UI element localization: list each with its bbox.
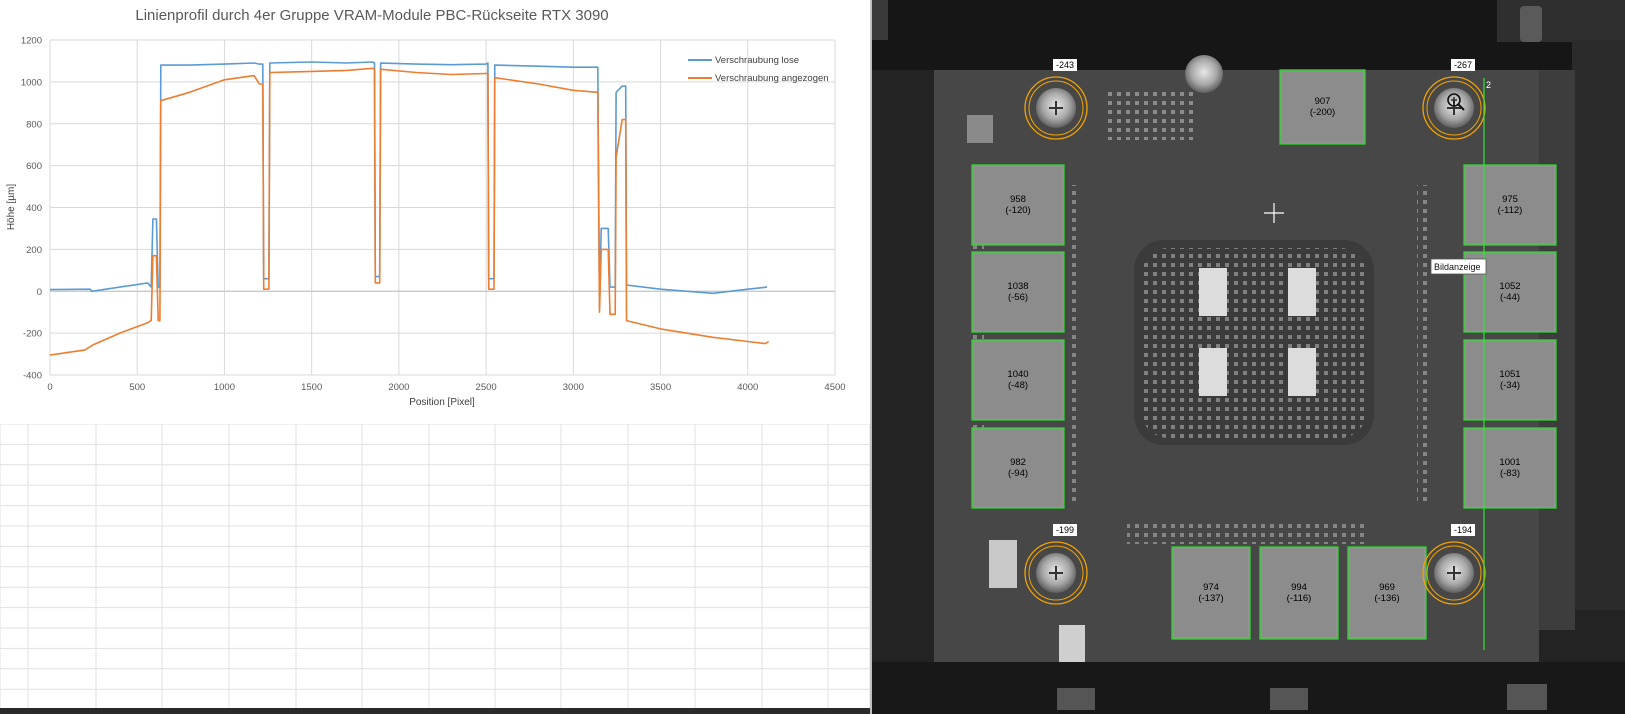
screw-label: -267 <box>1454 60 1472 70</box>
pcb-height-scan: 907(-200) 958(-120) 975(-112) 1038(-56) 1052… <box>872 0 1625 714</box>
y-axis-label: Höhe [µm] <box>6 184 17 231</box>
module-height-value: 1001 <box>1499 457 1520 468</box>
module-offset-value: (-56) <box>1008 292 1028 303</box>
x-tick-label: 4000 <box>737 382 758 393</box>
y-tick-label: 400 <box>26 203 42 214</box>
y-tick-label: -200 <box>23 329 42 340</box>
capacitor-block <box>1288 268 1316 316</box>
gpu-bga-pads <box>1142 248 1366 438</box>
component-row <box>1417 185 1431 505</box>
capacitor-block <box>1199 268 1227 316</box>
y-tick-label: 1000 <box>21 77 42 88</box>
x-tick-label: 1000 <box>214 382 235 393</box>
excel-sheet-panel: Linienprofil durch 4er Gruppe VRAM-Modul… <box>0 0 870 714</box>
vram-module: 974(-137) <box>1171 546 1251 640</box>
component-block <box>967 115 993 143</box>
component-row <box>1127 520 1367 544</box>
screw-label: -243 <box>1056 60 1074 70</box>
module-offset-value: (-120) <box>1005 205 1030 216</box>
tooltip: Bildanzeige <box>1430 258 1487 275</box>
x-tick-label: 2500 <box>476 382 497 393</box>
vram-module: 969(-136) <box>1347 546 1427 640</box>
chart-title: Linienprofil durch 4er Gruppe VRAM-Modul… <box>135 7 608 24</box>
module-offset-value: (-94) <box>1008 468 1028 479</box>
module-height-value: 975 <box>1502 194 1518 205</box>
line-chart: Linienprofil durch 4er Gruppe VRAM-Modul… <box>6 7 846 408</box>
module-offset-value: (-44) <box>1500 292 1520 303</box>
module-height-value: 958 <box>1010 194 1026 205</box>
module-offset-value: (-112) <box>1498 205 1523 216</box>
module-height-value: 1051 <box>1499 369 1520 380</box>
module-height-value: 1040 <box>1007 369 1028 380</box>
module-height-value: 907 <box>1315 96 1331 107</box>
spreadsheet-grid <box>0 424 870 714</box>
pcb-scan-panel: 907 (-200) 958 (-120) 975 (-112) 1038 (-56) 1052… <box>872 0 1625 714</box>
axis-ticks: -400 -200 0 200 400 600 800 1000 1200 0 500 1000 150… <box>21 36 846 394</box>
legend-label-lose: Verschraubung lose <box>715 55 799 66</box>
x-tick-label: 3000 <box>563 382 584 393</box>
screw-label: -199 <box>1056 525 1074 535</box>
module-offset-value: (-34) <box>1500 380 1520 391</box>
module-height-value: 1052 <box>1499 281 1520 292</box>
window-bottom-edge <box>0 708 870 714</box>
y-tick-label: 800 <box>26 119 42 130</box>
module-offset-value: (-116) <box>1287 593 1312 604</box>
module-offset-value: (-48) <box>1008 380 1028 391</box>
y-tick-label: -400 <box>23 371 42 382</box>
component-block <box>1059 625 1085 667</box>
module-offset-value: (-136) <box>1374 593 1399 604</box>
vram-module: 1040(-48) <box>971 339 1065 421</box>
bottom-block <box>1270 688 1308 710</box>
vram-module: 1038(-56) <box>971 251 1065 333</box>
x-tick-label: 3500 <box>650 382 671 393</box>
legend: Verschraubung lose Verschraubung angezog… <box>688 55 829 84</box>
bottom-block <box>1507 684 1547 710</box>
component-row <box>1067 185 1081 505</box>
module-height-value: 974 <box>1203 582 1219 593</box>
y-tick-label: 1200 <box>21 36 42 47</box>
component-row <box>1108 90 1198 140</box>
screw-partial-top <box>1185 55 1223 93</box>
y-tick-label: 200 <box>26 245 42 256</box>
vram-module: 975(-112) <box>1463 164 1557 246</box>
module-offset-value: (-137) <box>1198 593 1223 604</box>
board-edge-top-right <box>1497 0 1625 42</box>
x-axis-label: Position [Pixel] <box>409 397 475 408</box>
module-offset-value: (-200) <box>1310 107 1335 118</box>
y-tick-label: 0 <box>37 287 42 298</box>
x-tick-label: 1500 <box>301 382 322 393</box>
module-height-value: 969 <box>1379 582 1395 593</box>
module-height-value: 982 <box>1010 457 1026 468</box>
tooltip-text: Bildanzeige <box>1434 262 1481 272</box>
bottom-block <box>1057 688 1095 710</box>
module-height-value: 1038 <box>1007 281 1028 292</box>
vram-module: 1051(-34) <box>1463 339 1557 421</box>
module-height-value: 994 <box>1291 582 1307 593</box>
module-offset-value: (-83) <box>1500 468 1520 479</box>
screw-label: -194 <box>1454 525 1472 535</box>
x-tick-label: 500 <box>129 382 145 393</box>
vram-module: 958(-120) <box>971 164 1065 246</box>
capacitor-block <box>1288 348 1316 396</box>
capacitor-block <box>1199 348 1227 396</box>
y-tick-label: 600 <box>26 161 42 172</box>
profile-marker-label: 2 <box>1486 80 1491 90</box>
x-tick-label: 2000 <box>388 382 409 393</box>
vram-module: 907(-200) <box>1279 69 1366 145</box>
legend-label-angezogen: Verschraubung angezogen <box>715 73 829 84</box>
grid-lines <box>49 39 836 376</box>
vram-module: 982(-94) <box>971 427 1065 509</box>
vram-module: 994(-116) <box>1259 546 1339 640</box>
component-block <box>989 540 1017 588</box>
vram-module: 1001(-83) <box>1463 427 1557 509</box>
x-tick-label: 4500 <box>824 382 845 393</box>
board-edge-left <box>872 0 888 40</box>
board-edge-right <box>1572 40 1625 610</box>
x-tick-label: 0 <box>47 382 52 393</box>
board-edge-notch <box>1520 6 1542 42</box>
